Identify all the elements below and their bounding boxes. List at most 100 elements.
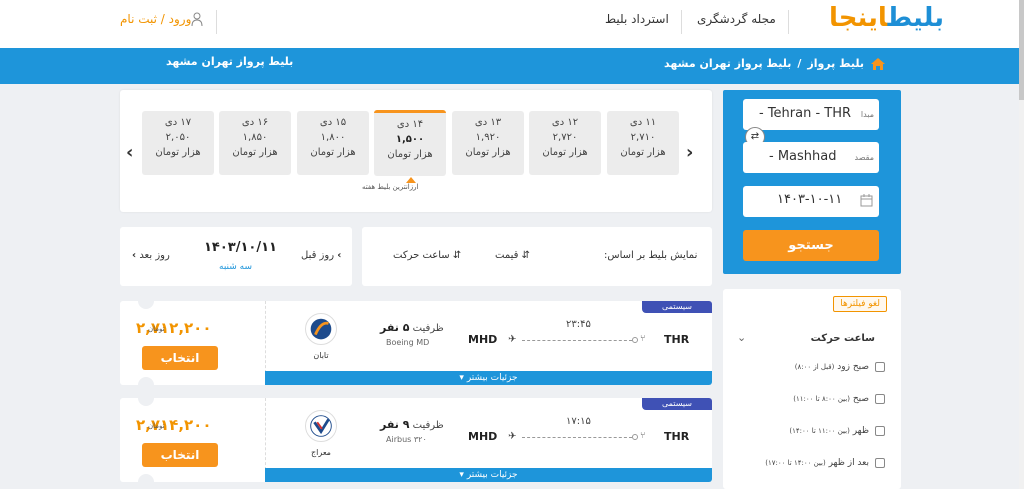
date-field[interactable]: ۱۴۰۳-۱۰-۱۱ [743, 186, 879, 217]
clear-filters-button[interactable]: لغو فیلترها [833, 296, 887, 312]
origin-value: - Tehran - THR [759, 106, 852, 121]
sort-icon: ⇵ [452, 250, 462, 261]
capacity: ظرفیت ۵ نفر [380, 321, 444, 334]
flight-card: سیستمی ۲,۷۱۴,۲۰۰ انتخاب معراج ظرفیت ۹ نف… [120, 398, 712, 482]
plane-icon: ✈ [508, 431, 517, 442]
date-card-day: ۱۶ دی [241, 117, 269, 128]
origin-label: مبدا [860, 110, 874, 119]
origin-field[interactable]: مبدا - Tehran - THR [743, 99, 879, 130]
filter-option-range: (قبل از ۸:۰۰) [794, 363, 835, 371]
more-details-label: جزئیات بیشتر [466, 373, 518, 383]
filters-panel: لغو فیلترها ساعت حرکت ⌄ صبح زود (قبل از … [723, 289, 901, 489]
route-line [522, 437, 632, 438]
date-card[interactable]: ۱۱ دی ۲,۷۱۰ هزار تومان [607, 111, 679, 175]
capacity: ظرفیت ۹ نفر [380, 418, 444, 431]
airline-name: معراج [311, 448, 331, 457]
page-title: بلیط پرواز تهران مشهد [166, 55, 294, 68]
date-card-day: ۱۱ دی [629, 117, 657, 128]
filter-departure-title[interactable]: ساعت حرکت [811, 333, 875, 344]
departure-time: ۱۷:۱۵ [566, 416, 591, 427]
destination-field[interactable]: مقصد - Mashhad [743, 142, 879, 173]
header-divider [681, 10, 682, 34]
capacity-value: ۵ نفر [380, 321, 410, 334]
calendar-icon [860, 194, 873, 207]
chevron-down-icon[interactable]: ⌄ [737, 331, 746, 344]
sort-time-label: ساعت حرکت [393, 250, 450, 261]
date-card-day: ۱۴ دی [396, 119, 424, 130]
nav-refund[interactable]: استرداد بلیط [605, 12, 669, 26]
more-details-label: جزئیات بیشتر [466, 470, 518, 480]
sort-icon: ⇵ [521, 250, 530, 261]
checkbox[interactable] [875, 394, 885, 404]
currency-label: تومان [148, 422, 165, 430]
filter-option[interactable]: ظهر (بین ۱۱:۰۰ تا ۱۴:۰۰) [789, 426, 885, 436]
chevron-left-icon[interactable]: ‹ [126, 142, 133, 163]
home-icon[interactable] [870, 56, 886, 72]
card-divider [265, 301, 266, 373]
sort-by-time[interactable]: ⇵ ساعت حرکت [393, 250, 461, 261]
scrollbar-thumb[interactable] [1019, 0, 1024, 100]
cheapest-note: ارزانترین بلیط هفته [362, 183, 419, 191]
destination-value: - Mashhad [769, 149, 837, 164]
date-card-selected[interactable]: ۱۴ دی ۱,۵۰۰ هزار تومان [374, 110, 446, 176]
search-button[interactable]: جستجو [743, 230, 879, 261]
flight-card: سیستمی ۲,۷۱۲,۲۰۰ انتخاب تابان ظرفیت ۵ نف… [120, 301, 712, 385]
date-card-price: ۱,۸۰۰ [320, 132, 346, 143]
next-day-button[interactable]: ‹ روز بعد [132, 250, 170, 261]
origin-code: THR [664, 430, 690, 443]
checkbox[interactable] [875, 426, 885, 436]
sort-by-price[interactable]: ⇵ قیمت [495, 250, 530, 261]
date-card[interactable]: ۱۵ دی ۱,۸۰۰ هزار تومان [297, 111, 369, 175]
breadcrumb: بلیط پرواز / بلیط پرواز تهران مشهد [664, 57, 864, 70]
date-card-price: ۲,۰۵۰ [165, 132, 191, 143]
airline-logo-icon [305, 410, 337, 442]
date-card[interactable]: ۱۷ دی ۲,۰۵۰ هزار تومان [142, 111, 214, 175]
chevron-down-icon: ▾ [459, 470, 464, 480]
nav-magazine[interactable]: مجله گردشگری [697, 12, 776, 26]
destination-code: MHD [468, 333, 498, 346]
more-details-bar[interactable]: جزئیات بیشتر ▾ [265, 371, 712, 385]
select-button[interactable]: انتخاب [142, 443, 218, 467]
capacity-label: ظرفیت [412, 323, 444, 334]
checkbox[interactable] [875, 458, 885, 468]
user-icon[interactable] [190, 11, 204, 27]
breadcrumb-separator: / [797, 57, 802, 70]
date-card[interactable]: ۱۶ دی ۱,۸۵۰ هزار تومان [219, 111, 291, 175]
date-card-unit: هزار تومان [232, 147, 278, 158]
chevron-down-icon: ▾ [459, 373, 464, 383]
filter-option[interactable]: صبح (بین ۸:۰۰ تا ۱۱:۰۰) [793, 394, 885, 404]
date-card-day: ۱۲ دی [551, 117, 579, 128]
filter-option[interactable]: صبح زود (قبل از ۸:۰۰) [795, 362, 885, 372]
next-day-label: روز بعد [139, 250, 170, 261]
site-logo[interactable]: بلیطاینجا [812, 3, 945, 41]
card-notch [138, 293, 154, 309]
checkbox[interactable] [875, 362, 885, 372]
date-card-price: ۲,۷۱۰ [630, 132, 656, 143]
login-link[interactable]: ورود / ثبت نام [120, 12, 191, 26]
date-card-unit: هزار تومان [465, 147, 511, 158]
date-card[interactable]: ۱۲ دی ۲,۷۲۰ هزار تومان [529, 111, 601, 175]
breadcrumb-item-route[interactable]: بلیط پرواز تهران مشهد [664, 57, 791, 70]
filter-option[interactable]: بعد از ظهر (بین ۱۴:۰۰ تا ۱۷:۰۰) [765, 458, 885, 468]
destination-label: مقصد [854, 153, 874, 162]
date-card-price: ۱,۸۵۰ [242, 132, 268, 143]
date-card-unit: هزار تومان [310, 147, 356, 158]
prev-day-button[interactable]: روز قبل ‹ [301, 250, 341, 261]
more-details-bar[interactable]: جزئیات بیشتر ▾ [265, 468, 712, 482]
card-notch [138, 474, 154, 489]
filter-option-name: ظهر [852, 426, 869, 436]
logo-part-1: بلیط [887, 3, 945, 33]
origin-code: THR [664, 333, 690, 346]
logo-part-2: اینجا [829, 3, 889, 33]
date-card[interactable]: ۱۳ دی ۱,۹۲۰ هزار تومان [452, 111, 524, 175]
breadcrumb-item-flight[interactable]: بلیط پرواز [807, 57, 864, 70]
date-card-price: ۱,۹۲۰ [475, 132, 501, 143]
system-badge: سیستمی [642, 301, 712, 313]
capacity-value: ۹ نفر [380, 418, 410, 431]
departure-time: ۲۳:۴۵ [566, 319, 591, 330]
chevron-right-icon[interactable]: › [686, 142, 693, 163]
date-card-unit: هزار تومان [620, 147, 666, 158]
select-button[interactable]: انتخاب [142, 346, 218, 370]
search-panel: مبدا - Tehran - THR ⇄ مقصد - Mashhad ۱۴۰… [723, 90, 901, 274]
aircraft-model: Boeing MD [386, 338, 430, 347]
